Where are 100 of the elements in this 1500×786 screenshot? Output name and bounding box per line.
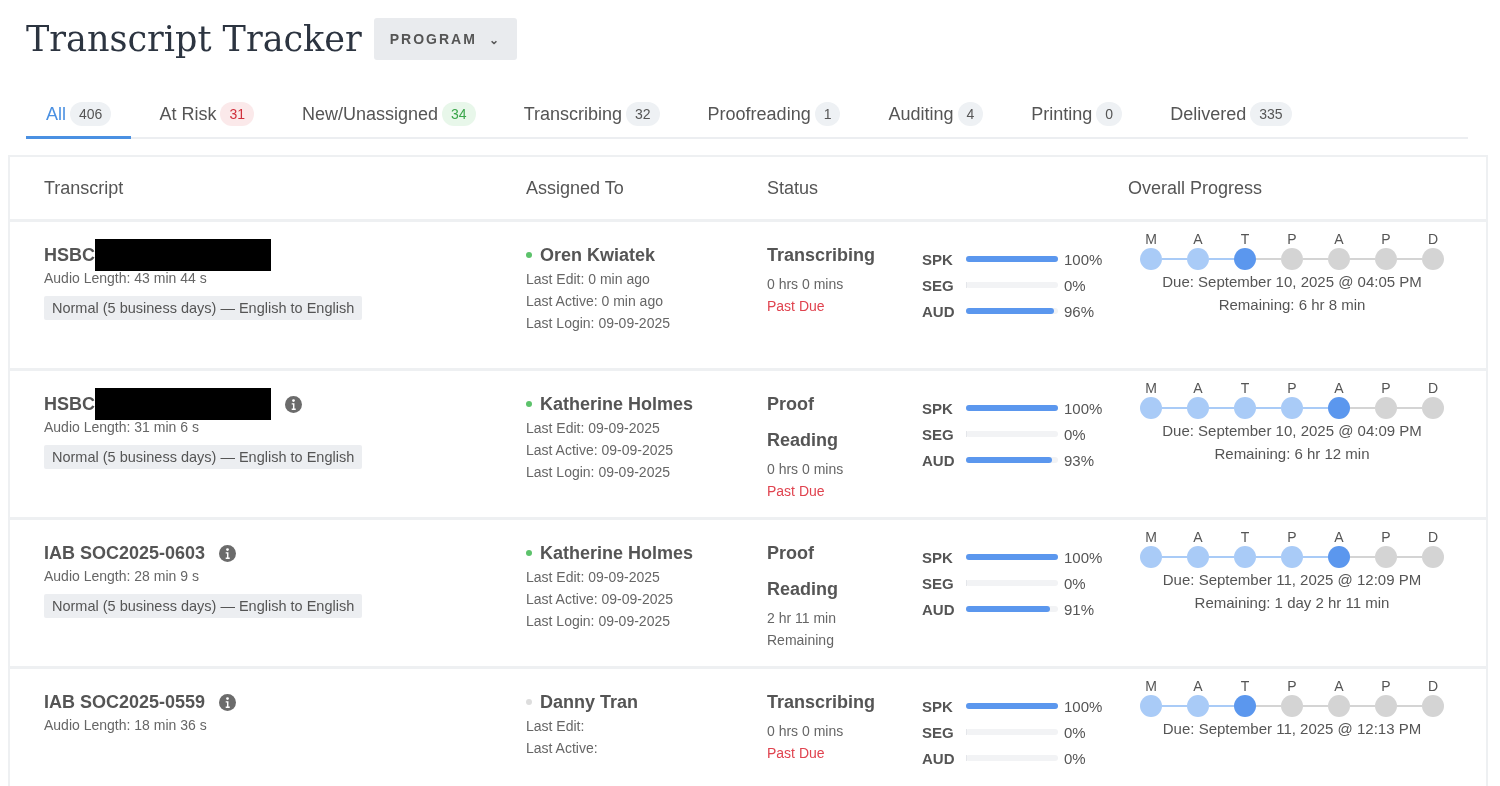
metric-reading: 91% — [1064, 600, 1095, 618]
metric-reading: 0% — [1064, 276, 1086, 294]
due-date: Due: September 10, 2025 @ 04:05 PM — [1162, 272, 1422, 292]
activity-text: Last Edit: — [526, 717, 586, 736]
activity-text: Last Login: 09-09-2025 — [526, 612, 671, 631]
metric-label: SPK — [922, 548, 954, 566]
filter-tab[interactable]: Proofreading 1 — [687, 96, 861, 139]
activity-text: Last Edit: 0 min ago — [526, 270, 651, 289]
filter-tab[interactable]: All 406 — [26, 96, 132, 139]
time-text: 2 hr 11 min — [767, 609, 837, 628]
stage-label: P — [1381, 528, 1391, 546]
activity-text: Last Edit: 09-09-2025 — [526, 419, 661, 438]
info-icon[interactable] — [219, 693, 237, 711]
audio-length: Audio Length: 28 min 9 s — [44, 567, 200, 586]
count-badge: 4 — [957, 102, 984, 126]
filter-tab[interactable]: Transcribing 32 — [503, 96, 680, 139]
column-header: Assigned To — [526, 177, 625, 199]
transcript-name: IAB SOC2025-0559 — [44, 691, 206, 713]
program-dropdown[interactable]: PROGRAM ⌄ — [373, 18, 517, 60]
assignee-name: Katherine Holmes — [540, 542, 694, 564]
time-text: 0 hrs 0 mins — [767, 722, 845, 741]
metric-reading: 0% — [1064, 574, 1086, 592]
audio-length: Audio Length: 18 min 36 s — [44, 716, 208, 735]
stage-label: P — [1381, 230, 1391, 248]
assignee-name: Oren Kwiatek — [540, 244, 656, 266]
time-text: 0 hrs 0 mins — [767, 275, 845, 294]
activity-text: Last Edit: 09-09-2025 — [526, 568, 661, 587]
time-text: Remaining — [767, 631, 835, 650]
metric-label: SPK — [922, 399, 954, 417]
metric-label: SPK — [922, 250, 954, 268]
transcript-name: IAB SOC2025-0603 — [44, 542, 206, 564]
turnaround-tag: Normal (5 business days) — English to English — [44, 445, 363, 469]
metric-reading: 100% — [1064, 697, 1103, 715]
due-date: Due: September 10, 2025 @ 04:09 PM — [1162, 421, 1422, 441]
due-note: Past Due — [767, 482, 826, 501]
stage-label: P — [1287, 230, 1297, 248]
page-title: Transcript Tracker — [26, 19, 362, 59]
transcript-name: HSBC — [44, 393, 95, 415]
metric-label: SPK — [922, 697, 954, 715]
column-header: Overall Progress — [1128, 177, 1263, 199]
metric-label: SEG — [922, 276, 955, 294]
count-badge: 32 — [626, 102, 660, 126]
metric-label: SEG — [922, 574, 955, 592]
due-note: Past Due — [767, 297, 826, 316]
activity-text: Last Login: 09-09-2025 — [526, 463, 671, 482]
stage-label: D — [1427, 528, 1439, 546]
stage-label: D — [1427, 379, 1439, 397]
metric-label: AUD — [922, 600, 956, 618]
status-label: Proof Reading — [767, 542, 839, 601]
info-icon[interactable] — [219, 544, 237, 562]
filter-tab[interactable]: Auditing 4 — [868, 96, 1004, 139]
filter-tab[interactable]: New/Unassigned 34 — [281, 96, 496, 139]
filter-tab[interactable]: Delivered 335 — [1150, 96, 1312, 139]
stage-label: D — [1427, 677, 1439, 695]
stage-label: T — [1240, 379, 1250, 397]
column-header: Transcript — [43, 177, 125, 199]
assignee-name: Katherine Holmes — [540, 393, 694, 415]
stage-label: T — [1240, 677, 1250, 695]
metric-reading: 0% — [1064, 425, 1086, 443]
stage-label: A — [1334, 677, 1344, 695]
column-header: Status — [767, 177, 820, 199]
filter-tab[interactable]: Printing 0 — [1011, 96, 1143, 139]
audio-length: Audio Length: 31 min 6 s — [44, 418, 200, 437]
stage-label: P — [1287, 379, 1297, 397]
metric-reading: 93% — [1064, 451, 1095, 469]
stage-label: M — [1145, 230, 1157, 248]
stage-label: T — [1240, 230, 1250, 248]
due-note: Past Due — [767, 744, 826, 763]
metric-reading: 0% — [1064, 749, 1086, 767]
metric-reading: 100% — [1064, 548, 1103, 566]
stage-label: M — [1145, 677, 1157, 695]
activity-text: Last Login: 09-09-2025 — [526, 314, 671, 333]
due-date: Due: September 11, 2025 @ 12:13 PM — [1162, 719, 1422, 739]
metric-reading: 100% — [1064, 399, 1103, 417]
assignee-name: Danny Tran — [540, 691, 639, 713]
remaining-time: Remaining: 6 hr 8 min — [1218, 295, 1366, 315]
stage-label: T — [1240, 528, 1250, 546]
metric-label: SEG — [922, 723, 955, 741]
stage-label: A — [1193, 528, 1203, 546]
metric-label: AUD — [922, 302, 956, 320]
audio-length: Audio Length: 43 min 44 s — [44, 269, 208, 288]
info-icon[interactable] — [285, 395, 302, 413]
stage-label: P — [1381, 677, 1391, 695]
metric-label: AUD — [922, 451, 956, 469]
status-label: Proof Reading — [767, 393, 839, 452]
metric-label: AUD — [922, 749, 956, 767]
turnaround-tag: Normal (5 business days) — English to English — [44, 296, 363, 320]
count-badge: 31 — [220, 102, 254, 126]
stage-label: A — [1334, 528, 1344, 546]
stage-label: M — [1145, 528, 1157, 546]
activity-text: Last Active: 09-09-2025 — [526, 590, 675, 609]
remaining-time: Remaining: 6 hr 12 min — [1214, 444, 1370, 464]
filter-tab[interactable]: At Risk 31 — [139, 96, 274, 139]
metric-label: SEG — [922, 425, 955, 443]
time-text: 0 hrs 0 mins — [767, 460, 845, 479]
stage-label: M — [1145, 379, 1157, 397]
stage-label: D — [1427, 230, 1439, 248]
due-date: Due: September 11, 2025 @ 12:09 PM — [1162, 570, 1422, 590]
count-badge: 0 — [1096, 102, 1123, 126]
stage-label: A — [1193, 230, 1203, 248]
